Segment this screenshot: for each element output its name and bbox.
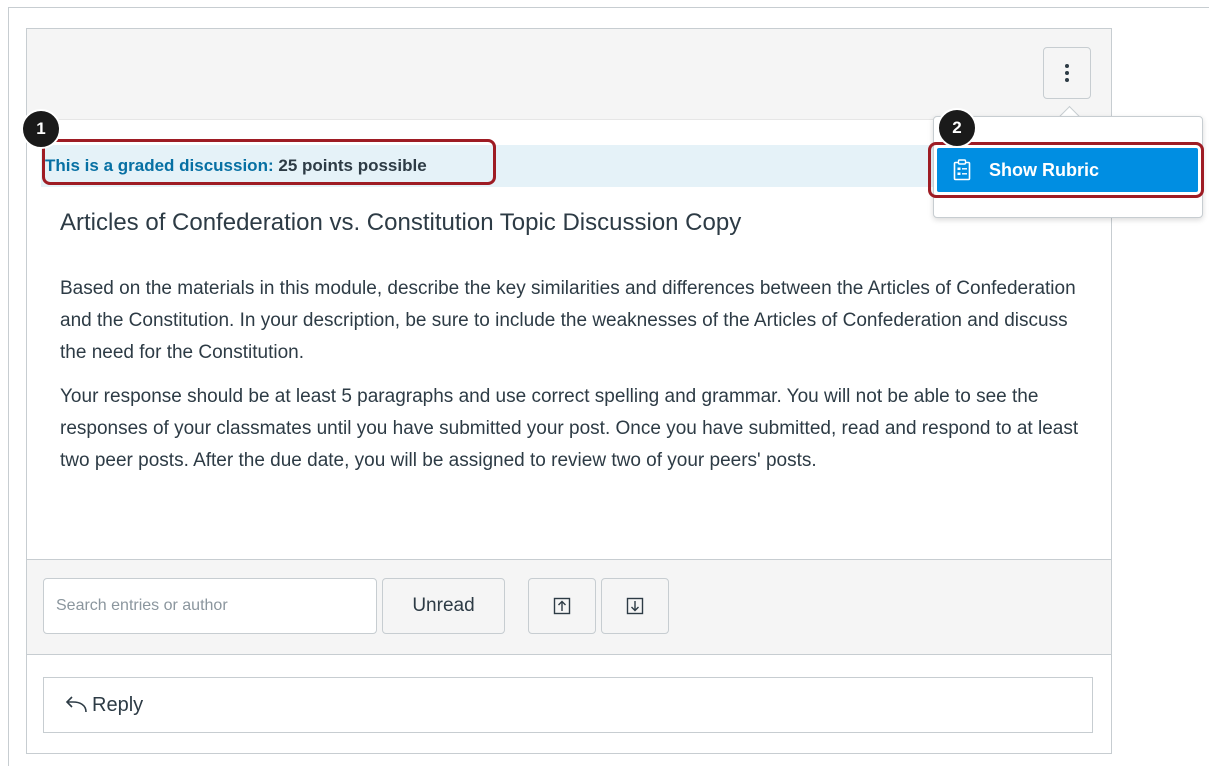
- topic-paragraph: Based on the materials in this module, d…: [60, 278, 1076, 363]
- expand-replies-button[interactable]: [601, 578, 669, 634]
- topic-body: Based on the materials in this module, d…: [60, 273, 1090, 489]
- reply-arrow-icon: [65, 696, 87, 713]
- collapse-replies-icon: [553, 597, 571, 615]
- search-entries-input[interactable]: [43, 578, 377, 634]
- annotation-highlight-2: [928, 142, 1204, 198]
- topic-paragraph: Your response should be at least 5 parag…: [60, 386, 1079, 471]
- unread-filter-button[interactable]: Unread: [382, 578, 505, 634]
- kebab-menu-icon: [1065, 64, 1069, 82]
- options-menu-button[interactable]: [1043, 47, 1091, 99]
- annotation-highlight-1: [42, 139, 496, 185]
- discussion-header-bar: [27, 29, 1111, 120]
- step-badge-2: 2: [937, 108, 977, 148]
- topic-title: Articles of Confederation vs. Constituti…: [60, 209, 742, 236]
- expand-replies-icon: [626, 597, 644, 615]
- reply-label: Reply: [92, 693, 144, 716]
- collapse-replies-button[interactable]: [528, 578, 596, 634]
- page-frame-left: [8, 7, 9, 766]
- reply-button[interactable]: Reply: [43, 677, 1093, 733]
- step-badge-1: 1: [21, 109, 61, 149]
- page-frame-top: [8, 7, 1209, 8]
